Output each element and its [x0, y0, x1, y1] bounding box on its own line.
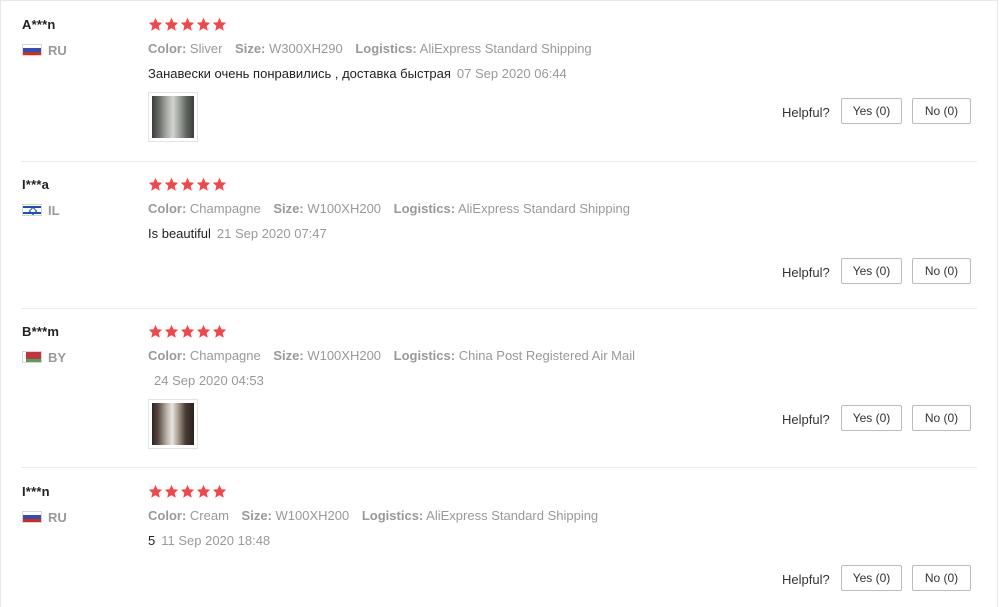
- star-icon: [164, 17, 179, 31]
- country-code: BY: [48, 349, 67, 365]
- product-attributes: Color: Champagne Size: W100XH200 Logisti…: [148, 201, 639, 216]
- review-photo-thumbnail[interactable]: [148, 92, 198, 142]
- reviewer-name: I***n: [22, 484, 50, 499]
- star-rating: [148, 324, 227, 339]
- product-attributes: Color: Champagne Size: W100XH200 Logisti…: [148, 348, 644, 363]
- review-divider: [21, 161, 977, 162]
- attr-color: Color: Champagne: [148, 348, 261, 363]
- star-icon: [148, 17, 163, 31]
- attr-size: Size: W100XH200: [241, 508, 350, 523]
- reviews-panel: A***n RU Color: Sliver Size: W300XH290 L…: [0, 0, 998, 607]
- helpful-yes-button[interactable]: Yes (0): [841, 98, 902, 124]
- country-code: RU: [48, 42, 67, 58]
- russia-flag-icon: [22, 511, 42, 523]
- star-icon: [196, 484, 211, 498]
- reviewer-country: RU: [22, 509, 67, 525]
- helpful-no-button[interactable]: No (0): [912, 258, 971, 284]
- star-icon: [180, 17, 195, 31]
- star-rating: [148, 17, 227, 32]
- attr-color: Color: Champagne: [148, 201, 261, 216]
- helpful-label: Helpful?: [782, 105, 830, 120]
- attr-size: Size: W100XH200: [273, 348, 382, 363]
- star-rating: [148, 177, 227, 192]
- star-icon: [164, 484, 179, 498]
- review-date: 21 Sep 2020 07:47: [216, 226, 327, 241]
- review-feedback: 24 Sep 2020 04:53: [148, 373, 264, 388]
- star-icon: [212, 324, 227, 338]
- reviewer-name: B***m: [22, 324, 60, 339]
- feedback-text: 5: [148, 533, 156, 548]
- attr-logistics: Logistics: AliExpress Standard Shipping: [393, 201, 630, 216]
- review-divider: [21, 308, 977, 309]
- attr-size: Size: W300XH290: [235, 41, 343, 56]
- review-feedback: Is beautiful 21 Sep 2020 07:47: [148, 226, 327, 241]
- star-icon: [164, 324, 179, 338]
- israel-flag-icon: [22, 204, 42, 216]
- star-icon: [180, 177, 195, 191]
- star-icon: [180, 484, 195, 498]
- russia-flag-icon: [22, 44, 42, 56]
- attr-size: Size: W100XH200: [273, 201, 382, 216]
- attr-color: Color: Cream: [148, 508, 229, 523]
- curtain-photo: [152, 403, 194, 445]
- review-date: 07 Sep 2020 06:44: [456, 66, 567, 81]
- review-feedback: Занавески очень понравились , доставка б…: [148, 66, 567, 81]
- star-icon: [196, 17, 211, 31]
- star-icon: [148, 484, 163, 498]
- country-code: IL: [48, 202, 60, 218]
- reviewer-country: BY: [22, 349, 67, 365]
- star-icon: [212, 17, 227, 31]
- attr-logistics: Logistics: China Post Registered Air Mai…: [393, 348, 636, 363]
- helpful-no-button[interactable]: No (0): [912, 565, 971, 591]
- feedback-text: Is beautiful: [148, 226, 211, 241]
- belarus-flag-icon: [22, 351, 42, 363]
- helpful-no-button[interactable]: No (0): [912, 405, 971, 431]
- star-icon: [164, 177, 179, 191]
- product-attributes: Color: Sliver Size: W300XH290 Logistics:…: [148, 41, 601, 56]
- helpful-no-button[interactable]: No (0): [912, 98, 971, 124]
- helpful-yes-button[interactable]: Yes (0): [841, 565, 902, 591]
- star-icon: [180, 324, 195, 338]
- feedback-text: Занавески очень понравились , доставка б…: [148, 66, 451, 81]
- star-icon: [196, 177, 211, 191]
- review-date: 11 Sep 2020 18:48: [161, 533, 271, 548]
- review-date: 24 Sep 2020 04:53: [154, 373, 264, 388]
- review-feedback: 5 11 Sep 2020 18:48: [148, 533, 270, 548]
- star-icon: [148, 324, 163, 338]
- attr-logistics: Logistics: AliExpress Standard Shipping: [361, 508, 599, 523]
- attr-logistics: Logistics: AliExpress Standard Shipping: [355, 41, 592, 56]
- star-icon: [196, 324, 211, 338]
- reviewer-country: IL: [22, 202, 60, 218]
- country-code: RU: [48, 509, 67, 525]
- reviewer-country: RU: [22, 42, 67, 58]
- star-icon: [148, 177, 163, 191]
- helpful-label: Helpful?: [782, 412, 830, 427]
- review-photo-thumbnail[interactable]: [148, 399, 198, 449]
- star-icon: [212, 484, 227, 498]
- helpful-label: Helpful?: [782, 265, 830, 280]
- product-attributes: Color: Cream Size: W100XH200 Logistics: …: [148, 508, 607, 523]
- attr-color: Color: Sliver: [148, 41, 223, 56]
- helpful-label: Helpful?: [782, 572, 830, 587]
- curtain-photo: [152, 96, 194, 138]
- helpful-yes-button[interactable]: Yes (0): [841, 258, 902, 284]
- helpful-yes-button[interactable]: Yes (0): [841, 405, 902, 431]
- reviewer-name: I***a: [22, 177, 50, 192]
- star-rating: [148, 484, 227, 499]
- review-divider: [21, 467, 977, 468]
- star-icon: [212, 177, 227, 191]
- reviewer-name: A***n: [22, 17, 56, 32]
